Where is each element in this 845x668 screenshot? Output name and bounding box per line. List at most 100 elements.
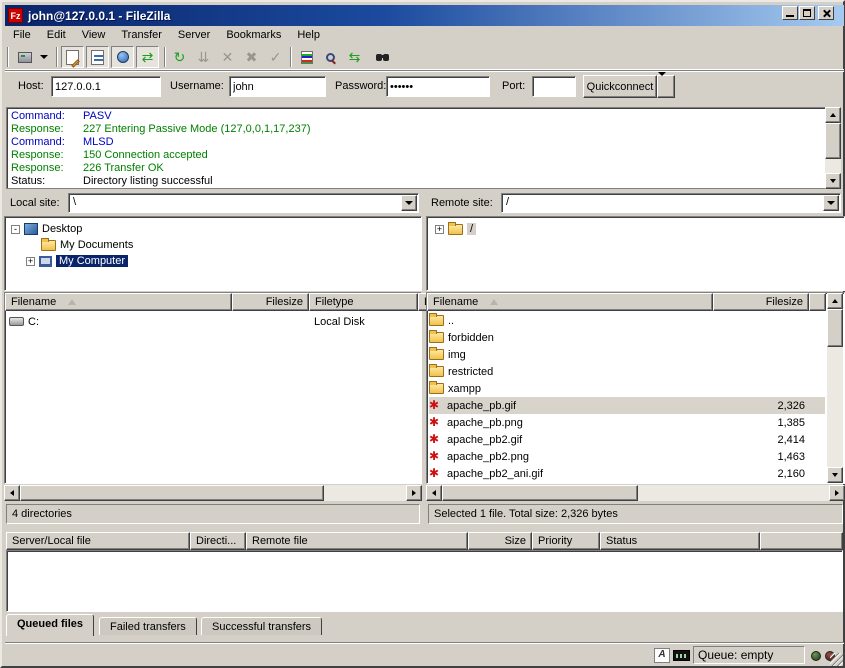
log-line: Command:MLSD bbox=[11, 136, 825, 149]
tab-queued-files[interactable]: Queued files bbox=[6, 614, 94, 636]
remote-vscrollbar[interactable] bbox=[827, 293, 843, 483]
status-bar: A Queue: empty bbox=[5, 642, 844, 667]
remote-file-row-selected[interactable]: apache_pb.gif 2,326 bbox=[429, 397, 825, 414]
site-manager-dropdown-icon bbox=[40, 55, 48, 59]
column-header-filetype[interactable]: Filetype bbox=[309, 293, 418, 311]
remote-file-row[interactable]: img bbox=[429, 346, 825, 363]
directory-comparison-button[interactable] bbox=[319, 46, 342, 68]
username-input[interactable] bbox=[229, 76, 326, 97]
speed-limit-icon bbox=[673, 650, 690, 661]
close-button[interactable] bbox=[818, 6, 834, 20]
remote-site-combo-button[interactable] bbox=[823, 195, 839, 211]
minimize-button[interactable] bbox=[782, 6, 798, 20]
menu-transfer[interactable]: Transfer bbox=[113, 27, 170, 43]
reconnect-button[interactable]: ✓ bbox=[264, 46, 287, 68]
log-line: Status:Directory listing successful bbox=[11, 175, 825, 188]
synchronized-browsing-button[interactable]: ⇆ bbox=[343, 46, 366, 68]
tree-item-my-documents[interactable]: My Documents bbox=[41, 237, 133, 253]
menu-view[interactable]: View bbox=[74, 27, 114, 43]
site-manager-icon bbox=[18, 52, 32, 63]
quickconnect-dropdown[interactable] bbox=[657, 75, 675, 98]
column-header-filename[interactable]: Filename bbox=[5, 293, 232, 311]
menu-bookmarks[interactable]: Bookmarks bbox=[218, 27, 289, 43]
resize-grip[interactable] bbox=[830, 653, 843, 666]
column-header-filesize[interactable]: Filesize bbox=[713, 293, 809, 311]
remote-file-row[interactable]: forbidden bbox=[429, 329, 825, 346]
scroll-down-button[interactable] bbox=[827, 467, 843, 483]
local-site-combo-button[interactable] bbox=[401, 195, 417, 211]
find-files-button[interactable] bbox=[367, 46, 390, 68]
scroll-left-button[interactable] bbox=[4, 485, 20, 501]
local-site-combo[interactable]: \ bbox=[68, 193, 419, 213]
tree-item-root[interactable]: + / bbox=[435, 221, 476, 237]
remote-file-row[interactable]: apache_pb2_ani.gif 2,160 bbox=[429, 465, 825, 482]
log-line: Response:226 Transfer OK bbox=[11, 162, 825, 175]
local-file-row[interactable]: C: Local Disk bbox=[9, 313, 419, 330]
scroll-right-button[interactable] bbox=[406, 485, 422, 501]
site-manager-dropdown[interactable] bbox=[37, 46, 51, 68]
scroll-left-button[interactable] bbox=[426, 485, 442, 501]
maximize-button[interactable] bbox=[799, 6, 815, 20]
toggle-transfer-queue-button[interactable]: ⇄ bbox=[136, 46, 159, 68]
toggle-message-log-button[interactable] bbox=[61, 46, 84, 68]
process-queue-button[interactable]: ⇊ bbox=[192, 46, 215, 68]
scrollbar-thumb[interactable] bbox=[825, 123, 841, 159]
menu-server[interactable]: Server bbox=[170, 27, 218, 43]
filter-button[interactable] bbox=[295, 46, 318, 68]
remote-site-label: Remote site: bbox=[431, 197, 493, 209]
remote-hscrollbar[interactable] bbox=[426, 485, 845, 501]
refresh-button[interactable]: ↻ bbox=[168, 46, 191, 68]
disconnect-button[interactable]: ✖ bbox=[240, 46, 263, 68]
expand-icon[interactable]: + bbox=[26, 257, 35, 266]
toggle-local-tree-button[interactable] bbox=[86, 46, 109, 68]
local-hscrollbar[interactable] bbox=[4, 485, 422, 501]
remote-file-row[interactable]: .. bbox=[429, 312, 825, 329]
menu-file[interactable]: File bbox=[5, 27, 39, 43]
column-header-status[interactable]: Status bbox=[600, 532, 760, 550]
queue-status-panel: Queue: empty bbox=[693, 646, 805, 664]
column-header-size[interactable]: Size bbox=[468, 532, 532, 550]
scrollbar-thumb[interactable] bbox=[442, 485, 638, 501]
quickconnect-button[interactable]: Quickconnect bbox=[583, 75, 657, 98]
column-header-remotefile[interactable]: Remote file bbox=[246, 532, 468, 550]
password-input[interactable] bbox=[386, 76, 490, 97]
menu-edit[interactable]: Edit bbox=[39, 27, 74, 43]
tab-successful-transfers[interactable]: Successful transfers bbox=[201, 617, 322, 635]
remote-file-row[interactable]: apache_pb2.gif 2,414 bbox=[429, 431, 825, 448]
scrollbar-thumb[interactable] bbox=[20, 485, 324, 501]
log-scrollbar[interactable] bbox=[825, 107, 841, 189]
column-header-serverlocal[interactable]: Server/Local file bbox=[6, 532, 190, 550]
remote-file-row[interactable]: restricted bbox=[429, 363, 825, 380]
scroll-up-button[interactable] bbox=[825, 107, 841, 123]
tree-item-my-computer[interactable]: + My Computer bbox=[26, 253, 128, 269]
remote-file-row[interactable]: apache_pb.png 1,385 bbox=[429, 414, 825, 431]
remote-site-combo[interactable]: / bbox=[501, 193, 841, 213]
scroll-down-button[interactable] bbox=[825, 173, 841, 189]
host-input[interactable] bbox=[51, 76, 161, 97]
remote-file-row[interactable]: apache_pb2.png 1,463 bbox=[429, 448, 825, 465]
cancel-operation-button[interactable]: ✕ bbox=[216, 46, 239, 68]
column-header-filesize[interactable]: Filesize bbox=[232, 293, 309, 311]
toggle-remote-tree-button[interactable] bbox=[111, 46, 134, 68]
tree-item-desktop[interactable]: - Desktop bbox=[11, 221, 82, 237]
column-header-direction[interactable]: Directi... bbox=[190, 532, 246, 550]
menu-help[interactable]: Help bbox=[289, 27, 328, 43]
host-label: Host: bbox=[18, 80, 44, 92]
column-header-priority[interactable]: Priority bbox=[532, 532, 600, 550]
synchronized-browsing-icon: ⇆ bbox=[349, 50, 361, 64]
column-header-filename[interactable]: Filename bbox=[427, 293, 713, 311]
site-manager-button[interactable] bbox=[13, 46, 36, 68]
collapse-icon[interactable]: - bbox=[11, 225, 20, 234]
title-bar[interactable]: Fz john@127.0.0.1 - FileZilla bbox=[5, 5, 844, 26]
scroll-up-button[interactable] bbox=[827, 293, 843, 309]
filezilla-window: Fz john@127.0.0.1 - FileZilla File Edit … bbox=[0, 0, 845, 668]
scroll-right-button[interactable] bbox=[829, 485, 845, 501]
tab-failed-transfers[interactable]: Failed transfers bbox=[99, 617, 197, 635]
scrollbar-thumb[interactable] bbox=[827, 309, 843, 347]
queue-list-area[interactable] bbox=[6, 550, 843, 612]
port-input[interactable] bbox=[532, 76, 576, 97]
expand-icon[interactable]: + bbox=[435, 225, 444, 234]
toolbar-separator bbox=[56, 47, 58, 67]
filter-icon bbox=[301, 51, 313, 64]
remote-file-row[interactable]: xampp bbox=[429, 380, 825, 397]
